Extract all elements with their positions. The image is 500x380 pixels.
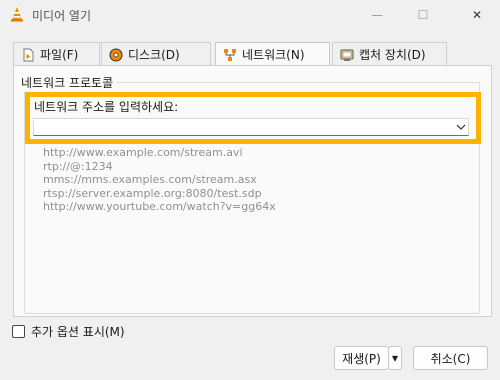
file-play-icon <box>20 47 36 63</box>
network-url-combobox[interactable] <box>33 118 469 136</box>
maximize-button[interactable]: ☐ <box>400 0 446 30</box>
tab-disc[interactable]: 디스크(D) <box>101 42 211 66</box>
tab-capture-label: 캡처 장치(D) <box>359 48 426 62</box>
tab-file[interactable]: 파일(F) <box>13 42 100 66</box>
chevron-down-icon[interactable] <box>453 119 469 135</box>
tab-network-label: 네트워크(N) <box>242 48 305 62</box>
tab-network[interactable]: 네트워크(N) <box>215 42 330 66</box>
tab-file-label: 파일(F) <box>40 48 79 62</box>
play-dropdown-button[interactable]: ▾ <box>388 346 402 370</box>
url-example: rtp://@:1234 <box>43 159 113 173</box>
title-bar: 미디어 열기 — ☐ ✕ <box>0 0 500 30</box>
play-button[interactable]: 재생(P) <box>334 346 389 370</box>
disc-icon <box>108 47 124 63</box>
capture-device-icon <box>339 47 355 63</box>
vlc-cone-icon <box>11 7 23 22</box>
tab-disc-label: 디스크(D) <box>128 48 180 62</box>
url-examples: http://www.example.com/stream.avi rtp://… <box>43 146 276 214</box>
cancel-button[interactable]: 취소(C) <box>413 346 488 370</box>
url-example: http://www.yourtube.com/watch?v=gg64x <box>43 200 276 213</box>
more-options-label: 추가 옵션 표시(M) <box>31 325 125 339</box>
window-title: 미디어 열기 <box>32 9 92 23</box>
network-icon <box>222 47 238 63</box>
tab-capture-device[interactable]: 캡처 장치(D) <box>332 42 447 66</box>
tab-strip: 파일(F) 디스크(D) 네트워크(N) 캡처 장치(D) <box>13 42 493 66</box>
more-options-toggle[interactable]: 추가 옵션 표시(M) <box>12 323 125 340</box>
close-button[interactable]: ✕ <box>454 0 500 30</box>
network-url-input[interactable] <box>36 119 436 135</box>
network-url-label: 네트워크 주소를 입력하세요: <box>34 100 179 114</box>
url-example: rtsp://server.example.org:8080/test.sdp <box>43 186 262 200</box>
minimize-button[interactable]: — <box>354 0 400 30</box>
more-options-checkbox[interactable] <box>12 325 25 338</box>
network-protocol-group-title: 네트워크 프로토콜 <box>18 74 117 91</box>
url-example: http://www.example.com/stream.avi <box>43 146 243 159</box>
url-example: mms://mms.examples.com/stream.asx <box>43 173 257 186</box>
